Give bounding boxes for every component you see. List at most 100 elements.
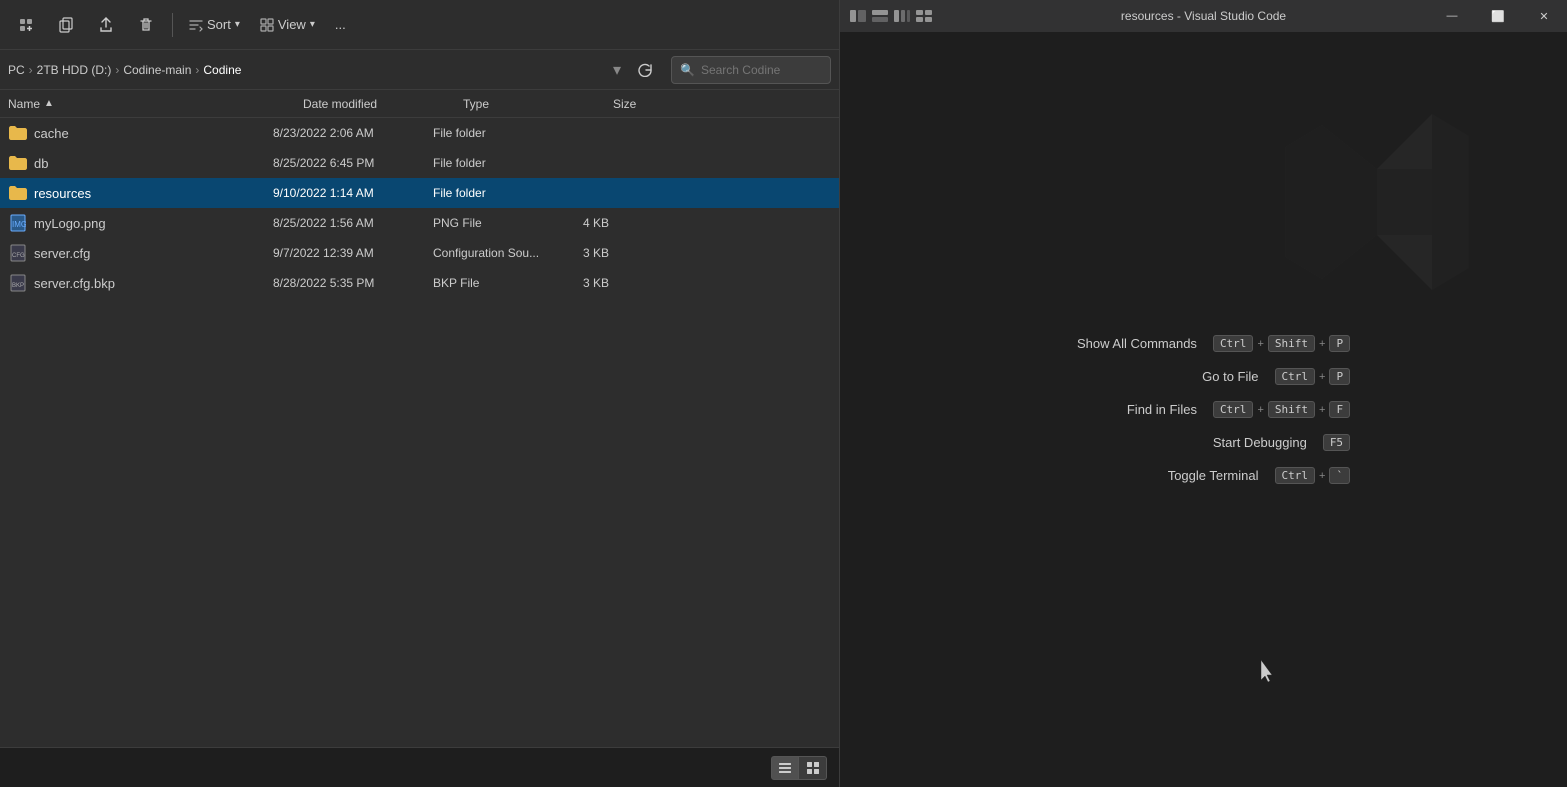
shortcut-row: Show All CommandsCtrl+Shift+P — [1057, 335, 1350, 352]
search-input[interactable] — [701, 63, 822, 77]
key-badge: ` — [1329, 467, 1350, 484]
vscode-minimize-button[interactable]: — — [1429, 0, 1475, 32]
col-header-size[interactable]: Size — [613, 97, 693, 111]
file-row[interactable]: db 8/25/2022 6:45 PM File folder — [0, 148, 839, 178]
more-label: ... — [335, 17, 346, 32]
file-size: 3 KB — [583, 276, 663, 290]
list-view-button[interactable] — [771, 756, 799, 780]
file-explorer: Sort ▾ View ▾ ... PC › 2TB HDD (D:) › Co… — [0, 0, 840, 787]
file-name: myLogo.png — [34, 216, 106, 231]
search-icon: 🔍 — [680, 63, 695, 77]
view-chevron: ▾ — [310, 19, 315, 30]
file-date: 8/25/2022 1:56 AM — [273, 216, 433, 230]
breadcrumb-parent[interactable]: Codine-main — [123, 63, 191, 77]
shortcut-keys: Ctrl+` — [1275, 467, 1351, 484]
more-button[interactable]: ... — [327, 13, 354, 36]
col-header-type[interactable]: Type — [463, 97, 613, 111]
file-icon — [8, 153, 28, 173]
file-name-cell: BKP server.cfg.bkp — [8, 273, 273, 293]
grid-view-button[interactable] — [799, 756, 827, 780]
explorer-bottom — [0, 747, 839, 787]
search-box[interactable]: 🔍 — [671, 56, 831, 84]
col-header-name[interactable]: Name ▲ — [8, 97, 303, 111]
shortcut-keys: F5 — [1323, 434, 1350, 451]
breadcrumb-refresh[interactable] — [631, 56, 659, 84]
file-date: 9/10/2022 1:14 AM — [273, 186, 433, 200]
sort-label: Sort — [207, 17, 231, 32]
file-date: 8/25/2022 6:45 PM — [273, 156, 433, 170]
file-type: File folder — [433, 186, 583, 200]
file-date: 8/23/2022 2:06 AM — [273, 126, 433, 140]
file-name-cell: resources — [8, 183, 273, 203]
breadcrumb-pc[interactable]: PC — [8, 63, 25, 77]
file-icon: IMG — [8, 213, 28, 233]
vscode-maximize-button[interactable]: ⬜ — [1475, 0, 1521, 32]
file-row[interactable]: resources 9/10/2022 1:14 AM File folder — [0, 178, 839, 208]
vscode-title-left — [840, 6, 942, 26]
vscode-window-title: resources - Visual Studio Code — [1121, 9, 1286, 23]
key-badge: F — [1329, 401, 1350, 418]
key-badge: Ctrl — [1275, 368, 1316, 385]
file-size: 4 KB — [583, 216, 663, 230]
copy-button[interactable] — [48, 7, 84, 43]
breadcrumb-dropdown[interactable]: ▾ — [607, 60, 627, 80]
layout-icon-3[interactable] — [892, 6, 912, 26]
key-plus: + — [1257, 338, 1263, 350]
file-name-cell: cache — [8, 123, 273, 143]
breadcrumb-current: Codine — [203, 63, 241, 77]
sort-chevron: ▾ — [235, 19, 240, 30]
column-headers: Name ▲ Date modified Type Size — [0, 90, 839, 118]
view-button[interactable]: View ▾ — [252, 13, 323, 36]
key-badge: P — [1329, 368, 1350, 385]
vscode-close-button[interactable]: ✕ — [1521, 0, 1567, 32]
breadcrumb-bar: PC › 2TB HDD (D:) › Codine-main › Codine… — [0, 50, 839, 90]
file-icon — [8, 183, 28, 203]
file-type: File folder — [433, 126, 583, 140]
file-row[interactable]: cache 8/23/2022 2:06 AM File folder — [0, 118, 839, 148]
file-name: resources — [34, 186, 91, 201]
delete-button[interactable] — [128, 7, 164, 43]
file-name: db — [34, 156, 48, 171]
file-type: Configuration Sou... — [433, 246, 583, 260]
shortcut-keys: Ctrl+Shift+P — [1213, 335, 1350, 352]
file-icon — [8, 123, 28, 143]
shortcut-name: Find in Files — [1057, 402, 1197, 417]
shortcut-row: Find in FilesCtrl+Shift+F — [1057, 401, 1350, 418]
file-row[interactable]: CFG server.cfg 9/7/2022 12:39 AM Configu… — [0, 238, 839, 268]
vscode-layout-icons — [848, 6, 934, 26]
key-badge: Ctrl — [1275, 467, 1316, 484]
shortcut-name: Go to File — [1119, 369, 1259, 384]
file-type: File folder — [433, 156, 583, 170]
shortcut-row: Go to File Ctrl+P — [1057, 368, 1350, 385]
vscode-title-bar: resources - Visual Studio Code — ⬜ ✕ — [840, 0, 1567, 32]
new-button[interactable] — [8, 7, 44, 43]
svg-text:IMG: IMG — [12, 220, 26, 229]
view-label: View — [278, 17, 306, 32]
shortcut-row: Start DebuggingF5 — [1057, 434, 1350, 451]
shortcut-name: Toggle Terminal — [1119, 468, 1259, 483]
layout-icon-1[interactable] — [848, 6, 868, 26]
key-badge: P — [1329, 335, 1350, 352]
key-plus: + — [1257, 404, 1263, 416]
shortcut-row: Toggle Terminal Ctrl+` — [1057, 467, 1350, 484]
layout-icon-2[interactable] — [870, 6, 890, 26]
shortcut-keys: Ctrl+P — [1275, 368, 1351, 385]
file-name-cell: IMG myLogo.png — [8, 213, 273, 233]
file-date: 9/7/2022 12:39 AM — [273, 246, 433, 260]
file-icon: CFG — [8, 243, 28, 263]
file-row[interactable]: BKP server.cfg.bkp 8/28/2022 5:35 PM BKP… — [0, 268, 839, 298]
sort-button[interactable]: Sort ▾ — [181, 13, 248, 36]
key-plus: + — [1319, 404, 1325, 416]
file-row[interactable]: IMG myLogo.png 8/25/2022 1:56 AM PNG Fil… — [0, 208, 839, 238]
toolbar-divider — [172, 13, 173, 37]
file-name: cache — [34, 126, 69, 141]
breadcrumb-sep-3: › — [195, 63, 199, 77]
toolbar: Sort ▾ View ▾ ... — [0, 0, 839, 50]
file-date: 8/28/2022 5:35 PM — [273, 276, 433, 290]
col-header-date[interactable]: Date modified — [303, 97, 463, 111]
share-button[interactable] — [88, 7, 124, 43]
layout-icon-4[interactable] — [914, 6, 934, 26]
key-badge: Shift — [1268, 335, 1315, 352]
key-badge: Ctrl — [1213, 335, 1254, 352]
breadcrumb-hdd[interactable]: 2TB HDD (D:) — [37, 63, 112, 77]
